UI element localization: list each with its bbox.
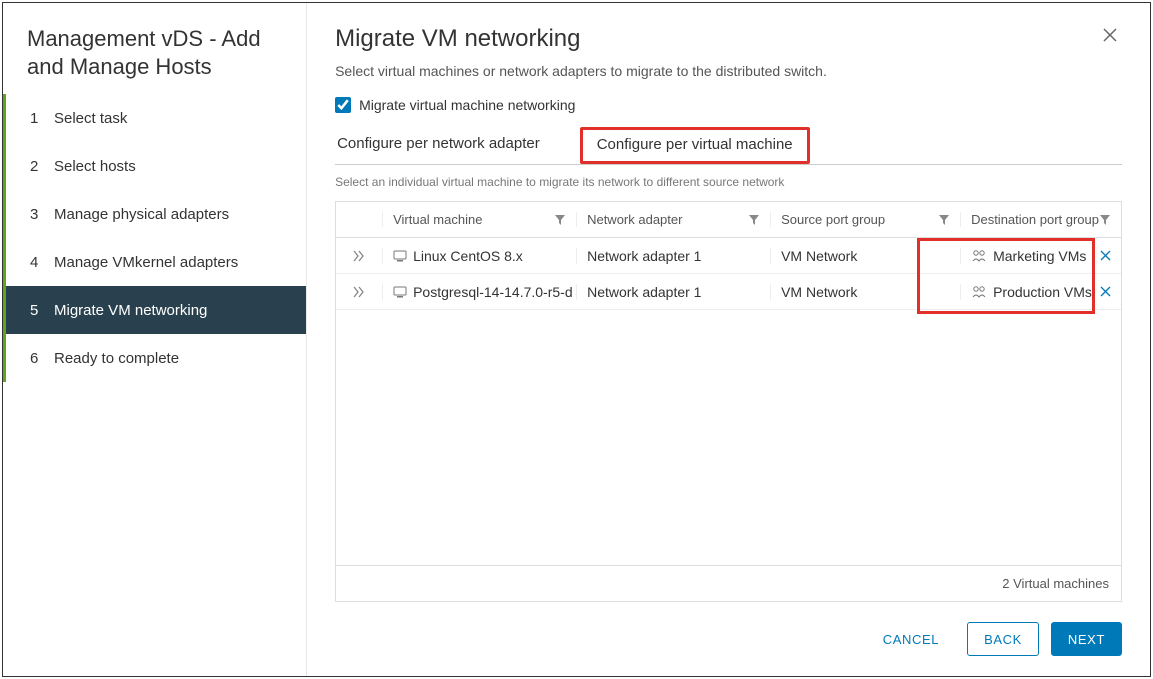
column-header-destination-port-group[interactable]: Destination port group [960, 212, 1121, 227]
table-row[interactable]: Postgresql-14-14.7.0-r5-d Network adapte… [336, 274, 1121, 310]
step-number: 1 [30, 110, 54, 127]
step-label: Ready to complete [54, 350, 179, 367]
column-header-label: Network adapter [587, 212, 682, 227]
destination-port-group-cell[interactable]: Production VMs [960, 284, 1121, 300]
step-number: 3 [30, 206, 54, 223]
column-header-label: Destination port group [971, 212, 1099, 227]
destination-port-group-cell[interactable]: Marketing VMs [960, 248, 1121, 264]
step-select-task[interactable]: 1 Select task [3, 94, 306, 142]
back-button[interactable]: BACK [967, 622, 1039, 656]
step-label: Select hosts [54, 158, 136, 175]
step-manage-physical-adapters[interactable]: 3 Manage physical adapters [3, 190, 306, 238]
expand-row-button[interactable] [336, 250, 382, 262]
migrate-networking-checkbox[interactable] [335, 97, 351, 113]
filter-icon [1099, 214, 1111, 226]
tab-label: Configure per network adapter [337, 135, 540, 152]
network-adapter-cell: Network adapter 1 [576, 284, 770, 300]
step-migrate-vm-networking[interactable]: 5 Migrate VM networking [3, 286, 306, 334]
step-manage-vmkernel-adapters[interactable]: 4 Manage VMkernel adapters [3, 238, 306, 286]
filter-icon [554, 214, 566, 226]
step-number: 4 [30, 254, 54, 271]
close-icon [1100, 250, 1111, 261]
column-header-label: Source port group [781, 212, 885, 227]
vm-icon [393, 249, 407, 263]
table-footer: 2 Virtual machines [336, 565, 1121, 601]
tab-label: Configure per virtual machine [597, 136, 793, 153]
tab-per-network-adapter[interactable]: Configure per network adapter [335, 127, 556, 164]
column-header-vm[interactable]: Virtual machine [382, 212, 576, 227]
step-label: Manage VMkernel adapters [54, 254, 238, 271]
filter-icon [748, 214, 760, 226]
close-icon [1102, 27, 1118, 43]
clear-destination-button[interactable] [1100, 286, 1111, 297]
step-label: Migrate VM networking [54, 302, 207, 319]
column-header-label: Virtual machine [393, 212, 482, 227]
column-header-network-adapter[interactable]: Network adapter [576, 212, 770, 227]
step-number: 5 [30, 302, 54, 319]
step-ready-to-complete[interactable]: 6 Ready to complete [3, 334, 306, 382]
step-number: 6 [30, 350, 54, 367]
chevron-double-right-icon [352, 286, 366, 298]
column-header-source-port-group[interactable]: Source port group [770, 212, 960, 227]
vm-cell: Linux CentOS 8.x [382, 248, 576, 264]
vm-icon [393, 285, 407, 299]
source-port-group-cell: VM Network [770, 248, 960, 264]
wizard-sidebar: Management vDS - Add and Manage Hosts 1 … [3, 3, 307, 676]
destination-port-group-value: Marketing VMs [993, 248, 1086, 264]
vm-name: Linux CentOS 8.x [413, 248, 523, 264]
vm-name: Postgresql-14-14.7.0-r5-d [413, 284, 573, 300]
close-icon [1100, 286, 1111, 297]
vm-cell: Postgresql-14-14.7.0-r5-d [382, 284, 576, 300]
filter-icon [938, 214, 950, 226]
wizard-title: Management vDS - Add and Manage Hosts [3, 25, 306, 94]
page-title: Migrate VM networking [335, 25, 827, 53]
destination-port-group-value: Production VMs [993, 284, 1092, 300]
table-hint: Select an individual virtual machine to … [335, 175, 1122, 189]
cancel-button[interactable]: CANCEL [867, 622, 955, 656]
close-button[interactable] [1098, 25, 1122, 45]
port-group-icon [971, 249, 987, 263]
clear-destination-button[interactable] [1100, 250, 1111, 261]
table-row[interactable]: Linux CentOS 8.x Network adapter 1 VM Ne… [336, 238, 1121, 274]
expand-row-button[interactable] [336, 286, 382, 298]
chevron-double-right-icon [352, 250, 366, 262]
step-label: Manage physical adapters [54, 206, 229, 223]
step-select-hosts[interactable]: 2 Select hosts [3, 142, 306, 190]
next-button[interactable]: NEXT [1051, 622, 1122, 656]
tab-per-virtual-machine[interactable]: Configure per virtual machine [580, 127, 810, 164]
step-number: 2 [30, 158, 54, 175]
source-port-group-cell: VM Network [770, 284, 960, 300]
step-label: Select task [54, 110, 127, 127]
port-group-icon [971, 285, 987, 299]
network-adapter-cell: Network adapter 1 [576, 248, 770, 264]
migrate-networking-label: Migrate virtual machine networking [359, 97, 575, 113]
page-description: Select virtual machines or network adapt… [335, 63, 827, 79]
vm-table: Virtual machine Network adapter Source p… [335, 201, 1122, 602]
